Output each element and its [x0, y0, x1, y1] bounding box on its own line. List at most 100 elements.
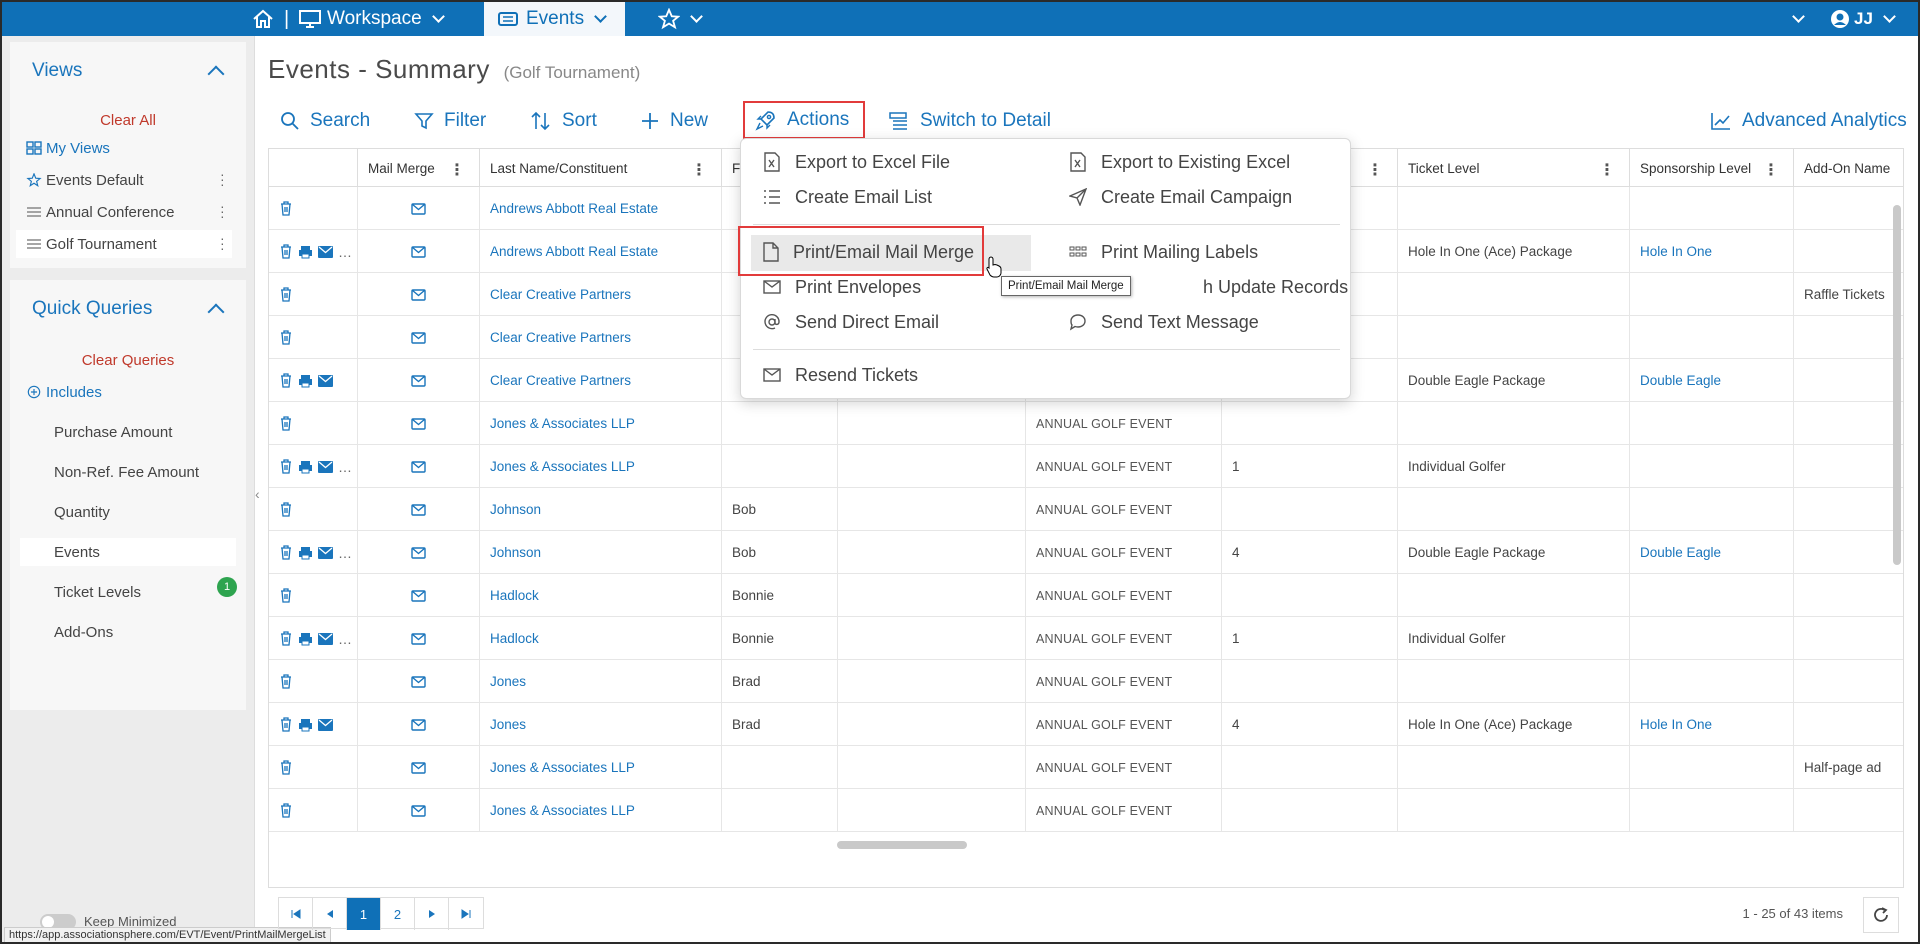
- advanced-analytics-button[interactable]: Advanced Analytics: [1710, 106, 1907, 136]
- table-row[interactable]: … Johnson Bob ANNUAL GOLF EVENT 4 Double Eagl…: [269, 531, 1903, 574]
- menu-item-create-email-list[interactable]: Create Email List: [763, 182, 932, 212]
- query-item-add-ons[interactable]: Add-Ons: [20, 618, 236, 646]
- trash-icon[interactable]: [279, 373, 293, 388]
- query-item-non-ref-fee[interactable]: Non-Ref. Fee Amount: [20, 458, 236, 486]
- page-2-button[interactable]: 2: [381, 898, 415, 930]
- mail-merge-cell[interactable]: [357, 488, 479, 531]
- switch-to-detail-button[interactable]: Switch to Detail: [888, 106, 1051, 136]
- table-row[interactable]: Jones & Associates LLP ANNUAL GOLF EVENT: [269, 402, 1903, 445]
- cell-name[interactable]: Johnson: [479, 488, 541, 531]
- more-icon[interactable]: …: [338, 460, 352, 474]
- cell-name[interactable]: Andrews Abbott Real Estate: [479, 187, 658, 230]
- cell-name[interactable]: Hadlock: [479, 617, 539, 660]
- trash-icon[interactable]: [279, 287, 293, 302]
- mail-merge-envelope-icon[interactable]: [411, 503, 426, 516]
- mail-merge-envelope-icon[interactable]: [411, 761, 426, 774]
- mail-merge-envelope-icon[interactable]: [411, 632, 426, 645]
- user-menu[interactable]: JJ: [1830, 2, 1900, 36]
- trash-icon[interactable]: [279, 545, 293, 560]
- column-menu-icon[interactable]: ⋮: [449, 160, 465, 180]
- first-page-button[interactable]: [279, 898, 313, 930]
- views-collapse-icon[interactable]: [207, 65, 225, 83]
- column-menu-icon[interactable]: ⋮: [1763, 160, 1779, 180]
- cell-name[interactable]: Jones & Associates LLP: [479, 402, 635, 445]
- new-button[interactable]: New: [640, 106, 708, 136]
- query-item-quantity[interactable]: Quantity: [20, 498, 236, 526]
- mail-merge-envelope-icon[interactable]: [411, 331, 426, 344]
- search-button[interactable]: Search: [280, 106, 370, 136]
- printer-icon[interactable]: [298, 460, 313, 474]
- cell-name[interactable]: Jones: [479, 703, 526, 746]
- menu-item-resend-tickets[interactable]: Resend Tickets: [763, 360, 918, 390]
- printer-icon[interactable]: [298, 632, 313, 646]
- table-row[interactable]: Jones Brad ANNUAL GOLF EVENT: [269, 660, 1903, 703]
- email-icon[interactable]: [318, 245, 333, 258]
- mail-merge-envelope-icon[interactable]: [411, 675, 426, 688]
- menu-item-print-envelopes[interactable]: Print Envelopes: [763, 272, 921, 302]
- mail-merge-envelope-icon[interactable]: [411, 374, 426, 387]
- cell-sponsor[interactable]: Double Eagle: [1629, 359, 1721, 402]
- menu-item-batch-update-records[interactable]: h Update Records: [1203, 272, 1348, 302]
- trash-icon[interactable]: [279, 717, 293, 732]
- email-icon[interactable]: [318, 546, 333, 559]
- table-row[interactable]: Hadlock Bonnie ANNUAL GOLF EVENT: [269, 574, 1903, 617]
- header-mail-merge[interactable]: Mail Merge ⋮: [357, 149, 479, 187]
- menu-item-export-existing-excel[interactable]: Export to Existing Excel: [1069, 147, 1290, 177]
- menu-item-export-excel[interactable]: Export to Excel File: [763, 147, 950, 177]
- mail-merge-cell[interactable]: [357, 531, 479, 574]
- mail-merge-cell[interactable]: [357, 359, 479, 402]
- actions-button[interactable]: Actions: [743, 101, 866, 139]
- cell-name[interactable]: Jones & Associates LLP: [479, 445, 635, 488]
- email-icon[interactable]: [318, 718, 333, 731]
- mail-merge-cell[interactable]: [357, 617, 479, 660]
- sidebar-item-my-views[interactable]: My Views: [16, 134, 232, 162]
- trash-icon[interactable]: [279, 588, 293, 603]
- trash-icon[interactable]: [279, 760, 293, 775]
- mail-merge-envelope-icon[interactable]: [411, 288, 426, 301]
- mail-merge-envelope-icon[interactable]: [411, 546, 426, 559]
- menu-item-print-mailing-labels[interactable]: Print Mailing Labels: [1069, 237, 1258, 267]
- kebab-menu-icon[interactable]: · · ·: [220, 231, 225, 255]
- sort-button[interactable]: Sort: [530, 106, 597, 136]
- mail-merge-cell[interactable]: [357, 316, 479, 359]
- mail-merge-cell[interactable]: [357, 445, 479, 488]
- clear-queries-link[interactable]: Clear Queries: [10, 352, 246, 369]
- mail-merge-envelope-icon[interactable]: [411, 718, 426, 731]
- more-icon[interactable]: …: [338, 245, 352, 259]
- cell-name[interactable]: Jones & Associates LLP: [479, 789, 635, 832]
- more-icon[interactable]: …: [338, 546, 352, 560]
- mail-merge-envelope-icon[interactable]: [411, 417, 426, 430]
- mail-merge-envelope-icon[interactable]: [411, 245, 426, 258]
- table-row[interactable]: … Jones & Associates LLP ANNUAL GOLF EVENT…: [269, 445, 1903, 488]
- cell-name[interactable]: Clear Creative Partners: [479, 316, 631, 359]
- prev-page-button[interactable]: [313, 898, 347, 930]
- sidebar-item-annual-conference[interactable]: Annual Conference · · ·: [16, 198, 232, 226]
- mail-merge-cell[interactable]: [357, 273, 479, 316]
- page-1-button[interactable]: 1: [347, 898, 381, 930]
- table-row[interactable]: Johnson Bob ANNUAL GOLF EVENT: [269, 488, 1903, 531]
- cell-name[interactable]: Andrews Abbott Real Estate: [479, 230, 658, 273]
- workspace-menu[interactable]: Workspace: [299, 2, 449, 36]
- printer-icon[interactable]: [298, 245, 313, 259]
- includes-toggle[interactable]: Includes: [16, 378, 232, 406]
- mail-merge-cell[interactable]: [357, 746, 479, 789]
- cell-sponsor[interactable]: Hole In One: [1629, 230, 1712, 273]
- cell-sponsor[interactable]: Hole In One: [1629, 703, 1712, 746]
- column-menu-icon[interactable]: ⋮: [1599, 160, 1615, 180]
- column-menu-icon[interactable]: ⋮: [1367, 160, 1383, 180]
- trash-icon[interactable]: [279, 201, 293, 216]
- sidebar-collapse-chevron-icon[interactable]: ‹: [255, 486, 263, 502]
- email-icon[interactable]: [318, 374, 333, 387]
- table-row[interactable]: Jones & Associates LLP ANNUAL GOLF EVENT H…: [269, 746, 1903, 789]
- query-item-events[interactable]: Events: [20, 538, 236, 566]
- refresh-button[interactable]: [1863, 897, 1899, 933]
- menu-item-send-direct-email[interactable]: Send Direct Email: [763, 307, 939, 337]
- menu-item-create-email-campaign[interactable]: Create Email Campaign: [1069, 182, 1292, 212]
- trash-icon[interactable]: [279, 674, 293, 689]
- trash-icon[interactable]: [279, 244, 293, 259]
- cell-name[interactable]: Jones: [479, 660, 526, 703]
- table-row[interactable]: Jones & Associates LLP ANNUAL GOLF EVENT: [269, 789, 1903, 832]
- printer-icon[interactable]: [298, 718, 313, 732]
- trash-icon[interactable]: [279, 803, 293, 818]
- trash-icon[interactable]: [279, 631, 293, 646]
